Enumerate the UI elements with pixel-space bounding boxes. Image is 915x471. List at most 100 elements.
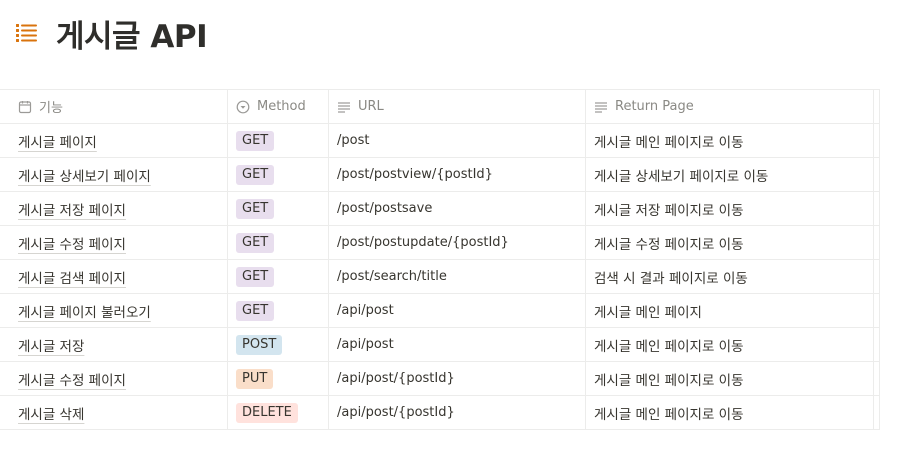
row-return-page: 검색 시 결과 페이지로 이동 bbox=[594, 270, 748, 287]
row-url: /api/post bbox=[337, 303, 394, 318]
row-return-page: 게시글 상세보기 페이지로 이동 bbox=[594, 168, 769, 185]
method-cell[interactable]: GET bbox=[228, 124, 329, 157]
return-page-cell[interactable]: 게시글 수정 페이지로 이동 bbox=[586, 226, 874, 259]
text-lines-icon bbox=[594, 100, 608, 114]
method-badge: DELETE bbox=[236, 402, 298, 423]
return-page-cell[interactable]: 게시글 저장 페이지로 이동 bbox=[586, 192, 874, 225]
row-url: /api/post/{postId} bbox=[337, 371, 455, 386]
row-spacer bbox=[874, 124, 880, 157]
method-cell[interactable]: DELETE bbox=[228, 396, 329, 429]
row-spacer bbox=[874, 158, 880, 191]
url-cell[interactable]: /post/search/title bbox=[329, 260, 586, 293]
method-badge: PUT bbox=[236, 368, 274, 389]
column-header-name[interactable]: 기능 bbox=[0, 90, 228, 123]
row-name[interactable]: 게시글 상세보기 페이지 bbox=[18, 165, 151, 185]
url-cell[interactable]: /post/postupdate/{postId} bbox=[329, 226, 586, 259]
row-url: /api/post/{postId} bbox=[337, 405, 455, 420]
row-name[interactable]: 게시글 수정 페이지 bbox=[18, 233, 126, 253]
table-row[interactable]: 게시글 상세보기 페이지 GET/post/postview/{postId} 게시… bbox=[0, 158, 880, 192]
row-return-page: 게시글 수정 페이지로 이동 bbox=[594, 236, 744, 253]
name-cell[interactable]: 게시글 수정 페이지 bbox=[0, 226, 228, 259]
row-spacer bbox=[874, 362, 880, 395]
row-return-page: 게시글 메인 페이지로 이동 bbox=[594, 338, 744, 355]
return-page-cell[interactable]: 게시글 메인 페이지 bbox=[586, 294, 874, 327]
text-lines-icon bbox=[337, 100, 351, 114]
table-row[interactable]: 게시글 검색 페이지 GET/post/search/title 검색 시 결과 페… bbox=[0, 260, 880, 294]
row-url: /post/postview/{postId} bbox=[337, 167, 493, 182]
row-url: /api/post bbox=[337, 337, 394, 352]
return-page-cell[interactable]: 게시글 메인 페이지로 이동 bbox=[586, 124, 874, 157]
method-cell[interactable]: GET bbox=[228, 158, 329, 191]
return-page-cell[interactable]: 게시글 상세보기 페이지로 이동 bbox=[586, 158, 874, 191]
return-page-cell[interactable]: 게시글 메인 페이지로 이동 bbox=[586, 396, 874, 429]
row-url: /post bbox=[337, 133, 370, 148]
column-spacer bbox=[874, 90, 880, 123]
url-cell[interactable]: /api/post bbox=[329, 328, 586, 361]
column-header-method[interactable]: Method bbox=[228, 90, 329, 123]
return-page-cell[interactable]: 게시글 메인 페이지로 이동 bbox=[586, 362, 874, 395]
return-page-cell[interactable]: 게시글 메인 페이지로 이동 bbox=[586, 328, 874, 361]
row-name[interactable]: 게시글 삭제 bbox=[18, 403, 84, 423]
bullet-list-icon bbox=[14, 20, 40, 46]
row-name[interactable]: 게시글 저장 페이지 bbox=[18, 199, 126, 219]
row-name[interactable]: 게시글 페이지 불러오기 bbox=[18, 301, 151, 321]
row-name[interactable]: 게시글 페이지 bbox=[18, 131, 97, 151]
name-cell[interactable]: 게시글 삭제 bbox=[0, 396, 228, 429]
row-spacer bbox=[874, 294, 880, 327]
select-icon bbox=[236, 100, 250, 114]
method-badge: GET bbox=[236, 300, 275, 321]
row-name[interactable]: 게시글 수정 페이지 bbox=[18, 369, 126, 389]
row-return-page: 게시글 메인 페이지로 이동 bbox=[594, 372, 744, 389]
name-cell[interactable]: 게시글 페이지 불러오기 bbox=[0, 294, 228, 327]
url-cell[interactable]: /api/post bbox=[329, 294, 586, 327]
table-row[interactable]: 게시글 페이지 불러오기 GET/api/post 게시글 메인 페이지 bbox=[0, 294, 880, 328]
row-spacer bbox=[874, 226, 880, 259]
method-badge: GET bbox=[236, 266, 275, 287]
url-cell[interactable]: /post/postview/{postId} bbox=[329, 158, 586, 191]
row-spacer bbox=[874, 192, 880, 225]
row-spacer bbox=[874, 260, 880, 293]
row-return-page: 게시글 메인 페이지 bbox=[594, 304, 702, 321]
table-row[interactable]: 게시글 저장 POST/api/post 게시글 메인 페이지로 이동 bbox=[0, 328, 880, 362]
method-cell[interactable]: GET bbox=[228, 226, 329, 259]
name-cell[interactable]: 게시글 저장 페이지 bbox=[0, 192, 228, 225]
method-cell[interactable]: GET bbox=[228, 260, 329, 293]
method-cell[interactable]: PUT bbox=[228, 362, 329, 395]
url-cell[interactable]: /post bbox=[329, 124, 586, 157]
name-cell[interactable]: 게시글 수정 페이지 bbox=[0, 362, 228, 395]
method-cell[interactable]: GET bbox=[228, 192, 329, 225]
method-cell[interactable]: GET bbox=[228, 294, 329, 327]
column-header-url[interactable]: URL bbox=[329, 90, 586, 123]
row-spacer bbox=[874, 328, 880, 361]
column-header-label: 기능 bbox=[39, 101, 63, 116]
page-header: 게시글 API bbox=[14, 10, 208, 56]
column-header-return-page[interactable]: Return Page bbox=[586, 90, 874, 123]
url-cell[interactable]: /api/post/{postId} bbox=[329, 362, 586, 395]
name-cell[interactable]: 게시글 페이지 bbox=[0, 124, 228, 157]
table-row[interactable]: 게시글 저장 페이지 GET/post/postsave 게시글 저장 페이지로 이… bbox=[0, 192, 880, 226]
row-name[interactable]: 게시글 검색 페이지 bbox=[18, 267, 126, 287]
row-url: /post/postsave bbox=[337, 201, 433, 216]
table-row[interactable]: 게시글 수정 페이지 PUT/api/post/{postId} 게시글 메인 페이… bbox=[0, 362, 880, 396]
return-page-cell[interactable]: 검색 시 결과 페이지로 이동 bbox=[586, 260, 874, 293]
url-cell[interactable]: /api/post/{postId} bbox=[329, 396, 586, 429]
page-title: 게시글 API bbox=[56, 18, 208, 55]
row-spacer bbox=[874, 396, 880, 429]
name-cell[interactable]: 게시글 상세보기 페이지 bbox=[0, 158, 228, 191]
method-cell[interactable]: POST bbox=[228, 328, 329, 361]
api-table: 기능 Method URL Return Page 게시글 페이지 GET/pos… bbox=[0, 89, 880, 430]
row-return-page: 게시글 저장 페이지로 이동 bbox=[594, 202, 744, 219]
table-row[interactable]: 게시글 페이지 GET/post 게시글 메인 페이지로 이동 bbox=[0, 124, 880, 158]
name-cell[interactable]: 게시글 저장 bbox=[0, 328, 228, 361]
table-row[interactable]: 게시글 삭제 DELETE/api/post/{postId} 게시글 메인 페이지… bbox=[0, 396, 880, 430]
table-header-row: 기능 Method URL Return Page bbox=[0, 90, 880, 124]
name-cell[interactable]: 게시글 검색 페이지 bbox=[0, 260, 228, 293]
table-body: 게시글 페이지 GET/post 게시글 메인 페이지로 이동 게시글 상세보기 페이… bbox=[0, 124, 880, 430]
url-cell[interactable]: /post/postsave bbox=[329, 192, 586, 225]
calendar-icon bbox=[18, 100, 32, 114]
table-row[interactable]: 게시글 수정 페이지 GET/post/postupdate/{postId} 게시… bbox=[0, 226, 880, 260]
method-badge: GET bbox=[236, 164, 275, 185]
column-header-label: URL bbox=[358, 99, 384, 114]
method-badge: GET bbox=[236, 232, 275, 253]
row-name[interactable]: 게시글 저장 bbox=[18, 335, 84, 355]
